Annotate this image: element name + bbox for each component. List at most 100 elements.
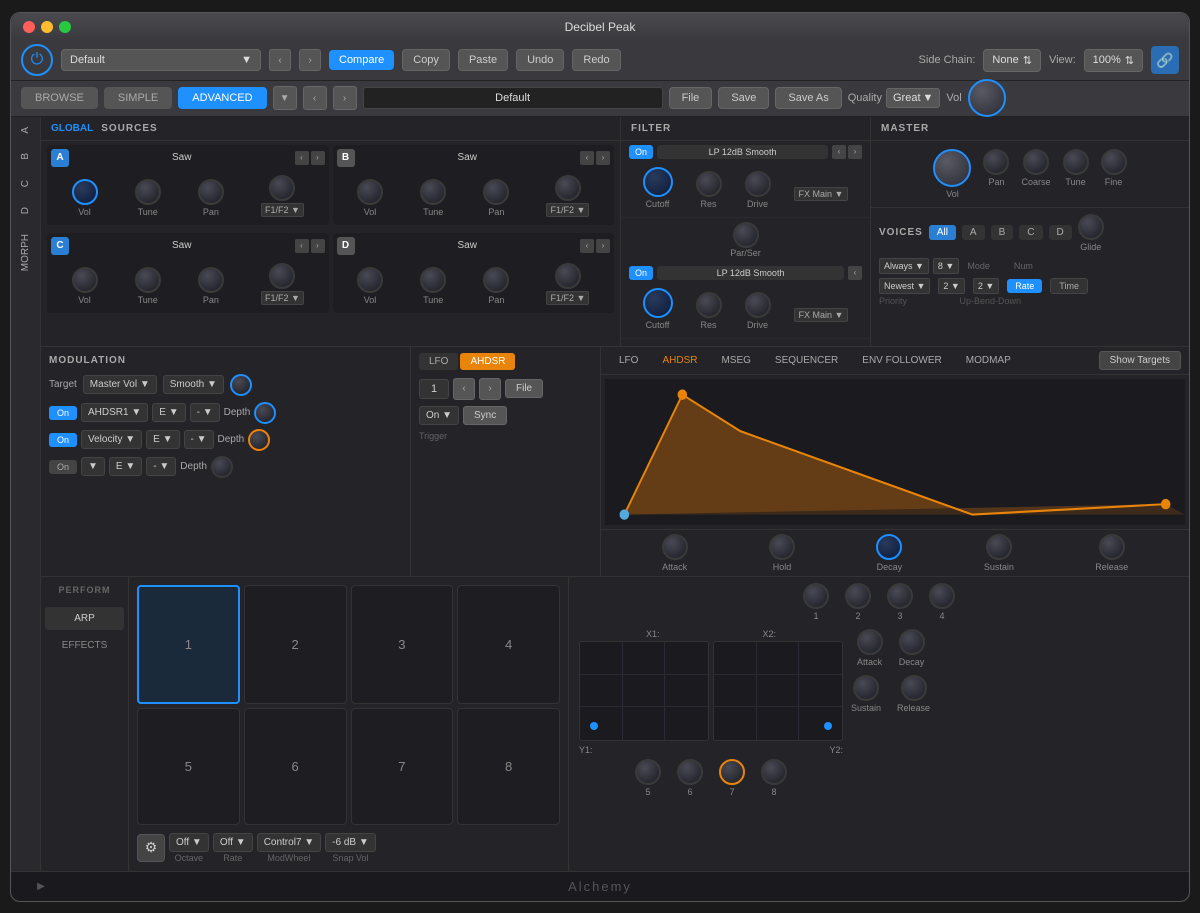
preset-left-button[interactable]: ‹ bbox=[303, 86, 327, 110]
source-c-pan-knob[interactable] bbox=[198, 267, 224, 293]
macro-7-knob[interactable] bbox=[719, 759, 745, 785]
source-d-f1f2-dropdown[interactable]: F1/F2 ▼ bbox=[546, 291, 589, 305]
macro-6-knob[interactable] bbox=[677, 759, 703, 785]
mod2-e-dropdown[interactable]: E ▼ bbox=[146, 430, 179, 449]
mod1-on-button[interactable]: On bbox=[49, 406, 77, 420]
env-sustain-knob[interactable] bbox=[986, 534, 1012, 560]
voices-tab-all[interactable]: All bbox=[929, 225, 956, 240]
env-decay-knob[interactable] bbox=[876, 534, 902, 560]
save-as-button[interactable]: Save As bbox=[775, 87, 841, 109]
mod3-on-button[interactable]: On bbox=[49, 460, 77, 474]
preset-prev-button[interactable]: ‹ bbox=[269, 49, 291, 71]
voices-tab-c[interactable]: C bbox=[1019, 225, 1042, 240]
source-badge-b[interactable]: B bbox=[337, 149, 355, 167]
filter1-on-button[interactable]: On bbox=[629, 145, 653, 159]
close-button[interactable] bbox=[23, 21, 35, 33]
mod3-depth-knob[interactable] bbox=[211, 456, 233, 478]
source-b-next[interactable]: › bbox=[596, 151, 610, 165]
envelope-graph[interactable]: 0 0.25 0.5 0.75 bbox=[605, 379, 1185, 525]
filter2-drive-knob[interactable] bbox=[745, 292, 771, 318]
env-tab-mseg[interactable]: MSEG bbox=[711, 352, 760, 369]
source-d-next[interactable]: › bbox=[596, 239, 610, 253]
filter1-cutoff-knob[interactable] bbox=[643, 167, 673, 197]
global-tab[interactable]: GLOBAL bbox=[51, 123, 93, 134]
preset-dropdown[interactable]: Default ▼ bbox=[61, 49, 261, 71]
tab-advanced[interactable]: ADVANCED bbox=[178, 87, 266, 109]
source-b-prev[interactable]: ‹ bbox=[580, 151, 594, 165]
compare-button[interactable]: Compare bbox=[329, 50, 394, 70]
sidebar-label-morph[interactable]: MORPH bbox=[20, 234, 31, 271]
time-button[interactable]: Time bbox=[1050, 278, 1088, 294]
pad-1[interactable]: 1 bbox=[137, 585, 240, 704]
source-a-f1f2-knob[interactable] bbox=[269, 175, 295, 201]
xy-pad-x2[interactable] bbox=[713, 641, 843, 741]
filter2-type-button[interactable]: LP 12dB Smooth bbox=[657, 266, 844, 280]
mod2-source-dropdown[interactable]: Velocity ▼ bbox=[81, 430, 142, 449]
voices-num-dropdown[interactable]: 8 ▼ bbox=[933, 258, 959, 274]
filter2-cutoff-knob[interactable] bbox=[643, 288, 673, 318]
right-sustain-knob[interactable] bbox=[853, 675, 879, 701]
filter1-type-button[interactable]: LP 12dB Smooth bbox=[657, 145, 828, 159]
side-chain-dropdown[interactable]: None ⇅ bbox=[983, 49, 1041, 72]
sidebar-label-a[interactable]: A bbox=[20, 127, 31, 134]
filter1-next[interactable]: › bbox=[848, 145, 862, 159]
env-tab-sequencer[interactable]: SEQUENCER bbox=[765, 352, 848, 369]
xy-pad-x1[interactable] bbox=[579, 641, 709, 741]
pad-2[interactable]: 2 bbox=[244, 585, 347, 704]
lfo-tab[interactable]: LFO bbox=[419, 353, 458, 370]
right-release-knob[interactable] bbox=[901, 675, 927, 701]
preset-next-button[interactable]: › bbox=[299, 49, 321, 71]
modwheel-dropdown[interactable]: Control7 ▼ bbox=[257, 833, 321, 852]
mod1-minus-dropdown[interactable]: - ▼ bbox=[190, 403, 220, 422]
source-d-f1f2-knob[interactable] bbox=[555, 263, 581, 289]
mod2-minus-dropdown[interactable]: - ▼ bbox=[184, 430, 214, 449]
source-a-vol-knob[interactable] bbox=[72, 179, 98, 205]
source-b-vol-knob[interactable] bbox=[357, 179, 383, 205]
source-badge-c[interactable]: C bbox=[51, 237, 69, 255]
master-pan-knob[interactable] bbox=[983, 149, 1009, 175]
source-c-next[interactable]: › bbox=[311, 239, 325, 253]
env-attack-knob[interactable] bbox=[662, 534, 688, 560]
master-tune-knob[interactable] bbox=[1063, 149, 1089, 175]
source-d-vol-knob[interactable] bbox=[357, 267, 383, 293]
pad-6[interactable]: 6 bbox=[244, 708, 347, 825]
filter2-fxmain-dropdown[interactable]: FX Main ▼ bbox=[794, 308, 849, 322]
source-c-vol-knob[interactable] bbox=[72, 267, 98, 293]
lfo-sync-button[interactable]: Sync bbox=[463, 406, 507, 425]
voices-mode-dropdown[interactable]: Always ▼ bbox=[879, 258, 929, 274]
sidebar-label-c[interactable]: C bbox=[20, 180, 31, 187]
source-c-tune-knob[interactable] bbox=[135, 267, 161, 293]
view-dropdown[interactable]: 100% ⇅ bbox=[1084, 49, 1143, 72]
mod1-source-dropdown[interactable]: AHDSR1 ▼ bbox=[81, 403, 148, 422]
filter1-prev[interactable]: ‹ bbox=[832, 145, 846, 159]
source-badge-d[interactable]: D bbox=[337, 237, 355, 255]
lfo-num-prev[interactable]: ‹ bbox=[453, 378, 475, 400]
file-button[interactable]: File bbox=[669, 87, 713, 109]
mod1-e-dropdown[interactable]: E ▼ bbox=[152, 403, 185, 422]
source-d-prev[interactable]: ‹ bbox=[580, 239, 594, 253]
source-d-tune-knob[interactable] bbox=[420, 267, 446, 293]
paste-button[interactable]: Paste bbox=[458, 49, 508, 71]
ahdsr-tab[interactable]: AHDSR bbox=[460, 353, 515, 370]
voices-tab-d[interactable]: D bbox=[1049, 225, 1072, 240]
voices-priority-dropdown[interactable]: Newest ▼ bbox=[879, 278, 930, 294]
macro-5-knob[interactable] bbox=[635, 759, 661, 785]
minimize-button[interactable] bbox=[41, 21, 53, 33]
sidebar-label-b[interactable]: B bbox=[20, 153, 31, 160]
mod2-depth-knob[interactable] bbox=[248, 429, 270, 451]
macro-4-knob[interactable] bbox=[929, 583, 955, 609]
source-a-tune-knob[interactable] bbox=[135, 179, 161, 205]
mod2-on-button[interactable]: On bbox=[49, 433, 77, 447]
source-b-pan-knob[interactable] bbox=[483, 179, 509, 205]
master-fine-knob[interactable] bbox=[1101, 149, 1127, 175]
macro-3-knob[interactable] bbox=[887, 583, 913, 609]
mod1-depth-knob[interactable] bbox=[254, 402, 276, 424]
tab-browse[interactable]: BROWSE bbox=[21, 87, 98, 109]
master-vol-knob[interactable] bbox=[933, 149, 971, 187]
filter1-res-knob[interactable] bbox=[696, 171, 722, 197]
mod-target-dropdown[interactable]: Master Vol ▼ bbox=[83, 375, 157, 394]
source-a-pan-knob[interactable] bbox=[198, 179, 224, 205]
filter2-res-knob[interactable] bbox=[696, 292, 722, 318]
pad-4[interactable]: 4 bbox=[457, 585, 560, 704]
source-badge-a[interactable]: A bbox=[51, 149, 69, 167]
